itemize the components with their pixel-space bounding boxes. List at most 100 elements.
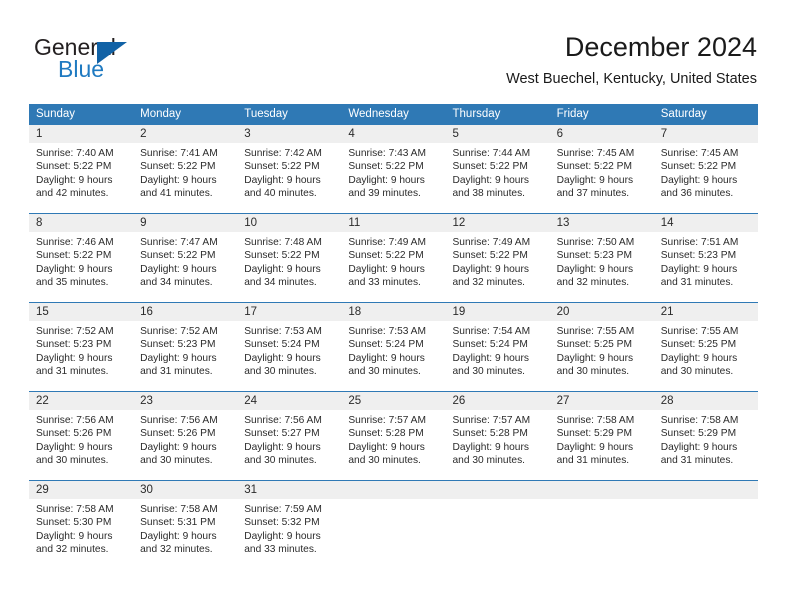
calendar-day-cell[interactable]: 15 Sunrise: 7:52 AM Sunset: 5:23 PM Dayligh… — [29, 303, 134, 391]
day-number: 24 — [244, 395, 258, 407]
day-number: 14 — [660, 217, 674, 229]
weekday-header-friday: Friday — [556, 108, 589, 120]
calendar-day-cell[interactable]: 19 Sunrise: 7:54 AM Sunset: 5:24 PM Dayligh… — [445, 303, 550, 391]
calendar-day-cell[interactable]: 27 Sunrise: 7:58 AM Sunset: 5:29 PM Dayligh… — [549, 392, 654, 480]
daylight-duration-line2: and 38 minutes. — [452, 188, 526, 200]
daylight-duration-line2: and 35 minutes. — [36, 277, 109, 289]
day-number-band: 10 — [237, 214, 342, 232]
calendar-week-row: 15 Sunrise: 7:52 AM Sunset: 5:23 PM Dayligh… — [29, 302, 758, 391]
daylight-duration-line2: and 31 minutes. — [140, 366, 213, 378]
calendar-day-cell[interactable]: 23 Sunrise: 7:56 AM Sunset: 5:26 PM Dayligh… — [133, 392, 238, 480]
calendar-day-cell[interactable]: 11 Sunrise: 7:49 AM Sunset: 5:22 PM Dayligh… — [341, 214, 446, 302]
sunrise-time: Sunrise: 7:44 AM — [452, 148, 531, 159]
sunset-time: Sunset: 5:22 PM — [348, 161, 424, 173]
daylight-duration-line2: and 34 minutes. — [140, 277, 213, 289]
page-title: December 2024 — [564, 32, 757, 62]
calendar-grid: Sunday Monday Tuesday Wednesday Thursday… — [29, 104, 758, 569]
daylight-duration-line1: Daylight: 9 hours — [36, 263, 113, 275]
sunrise-time: Sunrise: 7:57 AM — [452, 415, 531, 426]
day-number-band: 20 — [549, 303, 654, 321]
daylight-duration-line2: and 41 minutes. — [140, 188, 213, 200]
day-number: 13 — [556, 217, 570, 229]
day-number-band — [653, 481, 758, 499]
daylight-duration-line2: and 30 minutes. — [348, 366, 421, 378]
daylight-duration-line2: and 42 minutes. — [36, 188, 109, 200]
calendar-day-cell[interactable]: 20 Sunrise: 7:55 AM Sunset: 5:25 PM Dayligh… — [549, 303, 654, 391]
calendar-day-cell[interactable]: 31 Sunrise: 7:59 AM Sunset: 5:32 PM Dayligh… — [237, 481, 342, 569]
sunrise-time: Sunrise: 7:42 AM — [244, 148, 322, 159]
daylight-duration-line1: Daylight: 9 hours — [140, 441, 217, 453]
day-detail-lines: Sunrise: 7:58 AM Sunset: 5:30 PM Daylight:… — [29, 499, 133, 557]
sunrise-time: Sunrise: 7:54 AM — [452, 326, 531, 337]
day-detail-lines: Sunrise: 7:55 AM Sunset: 5:25 PM Daylight:… — [654, 321, 758, 379]
daylight-duration-line2: and 30 minutes. — [348, 455, 421, 467]
day-number: 15 — [36, 306, 49, 318]
calendar-day-cell[interactable]: 24 Sunrise: 7:56 AM Sunset: 5:27 PM Dayligh… — [237, 392, 342, 480]
daylight-duration-line2: and 39 minutes. — [348, 188, 421, 200]
sunset-time: Sunset: 5:24 PM — [244, 339, 320, 351]
sunrise-time: Sunrise: 7:55 AM — [660, 326, 739, 337]
calendar-day-cell[interactable]: 6 Sunrise: 7:45 AM Sunset: 5:22 PM Daylight… — [549, 125, 654, 213]
sunset-time: Sunset: 5:28 PM — [452, 428, 528, 440]
weekday-header-sunday: Sunday — [36, 108, 76, 120]
sunset-time: Sunset: 5:22 PM — [556, 161, 632, 173]
calendar-day-cell[interactable]: 4 Sunrise: 7:43 AM Sunset: 5:22 PM Daylight… — [341, 125, 446, 213]
daylight-duration-line2: and 31 minutes. — [660, 277, 734, 289]
day-number-band: 18 — [341, 303, 446, 321]
day-number-band: 12 — [445, 214, 550, 232]
calendar-day-cell[interactable]: 3 Sunrise: 7:42 AM Sunset: 5:22 PM Daylight… — [237, 125, 342, 213]
day-number: 23 — [140, 395, 153, 407]
calendar-day-cell[interactable]: 18 Sunrise: 7:53 AM Sunset: 5:24 PM Dayligh… — [341, 303, 446, 391]
calendar-day-cell[interactable]: 21 Sunrise: 7:55 AM Sunset: 5:25 PM Dayligh… — [653, 303, 758, 391]
day-number: 9 — [140, 217, 147, 229]
day-number: 18 — [348, 306, 362, 318]
sunset-time: Sunset: 5:22 PM — [140, 161, 216, 173]
day-number: 28 — [660, 395, 674, 407]
sunrise-time: Sunrise: 7:53 AM — [244, 326, 322, 337]
calendar-day-cell[interactable]: 13 Sunrise: 7:50 AM Sunset: 5:23 PM Dayligh… — [549, 214, 654, 302]
calendar-day-cell[interactable]: 30 Sunrise: 7:58 AM Sunset: 5:31 PM Dayligh… — [133, 481, 238, 569]
day-detail-lines: Sunrise: 7:56 AM Sunset: 5:26 PM Daylight:… — [133, 410, 237, 468]
day-detail-lines: Sunrise: 7:55 AM Sunset: 5:25 PM Daylight:… — [550, 321, 654, 379]
calendar-day-cell[interactable]: 22 Sunrise: 7:56 AM Sunset: 5:26 PM Dayligh… — [29, 392, 134, 480]
calendar-day-cell-empty — [549, 481, 654, 569]
calendar-day-cell[interactable]: 7 Sunrise: 7:45 AM Sunset: 5:22 PM Daylight… — [653, 125, 758, 213]
calendar-day-cell[interactable]: 9 Sunrise: 7:47 AM Sunset: 5:22 PM Daylight… — [133, 214, 238, 302]
calendar-day-cell[interactable]: 16 Sunrise: 7:52 AM Sunset: 5:23 PM Dayligh… — [133, 303, 238, 391]
daylight-duration-line1: Daylight: 9 hours — [244, 530, 321, 542]
calendar-day-cell[interactable]: 8 Sunrise: 7:46 AM Sunset: 5:22 PM Daylight… — [29, 214, 134, 302]
day-detail-lines: Sunrise: 7:52 AM Sunset: 5:23 PM Daylight:… — [133, 321, 237, 379]
daylight-duration-line1: Daylight: 9 hours — [452, 352, 529, 364]
calendar-day-cell[interactable]: 26 Sunrise: 7:57 AM Sunset: 5:28 PM Dayligh… — [445, 392, 550, 480]
calendar-day-cell[interactable]: 1 Sunrise: 7:40 AM Sunset: 5:22 PM Daylight… — [29, 125, 134, 213]
calendar-day-cell[interactable]: 29 Sunrise: 7:58 AM Sunset: 5:30 PM Dayligh… — [29, 481, 134, 569]
sunset-time: Sunset: 5:29 PM — [556, 428, 632, 440]
daylight-duration-line2: and 37 minutes. — [556, 188, 630, 200]
day-number: 29 — [36, 484, 49, 496]
calendar-day-cell[interactable]: 2 Sunrise: 7:41 AM Sunset: 5:22 PM Daylight… — [133, 125, 238, 213]
page-subtitle: West Buechel, Kentucky, United States — [506, 71, 757, 87]
calendar-day-cell[interactable]: 25 Sunrise: 7:57 AM Sunset: 5:28 PM Dayligh… — [341, 392, 446, 480]
calendar-day-cell[interactable]: 10 Sunrise: 7:48 AM Sunset: 5:22 PM Dayligh… — [237, 214, 342, 302]
sunset-time: Sunset: 5:22 PM — [452, 250, 528, 262]
day-number-band: 26 — [445, 392, 550, 410]
calendar-day-cell[interactable]: 17 Sunrise: 7:53 AM Sunset: 5:24 PM Dayligh… — [237, 303, 342, 391]
calendar-day-cell[interactable]: 12 Sunrise: 7:49 AM Sunset: 5:22 PM Dayligh… — [445, 214, 550, 302]
day-detail-lines: Sunrise: 7:58 AM Sunset: 5:29 PM Daylight:… — [550, 410, 654, 468]
day-detail-lines: Sunrise: 7:41 AM Sunset: 5:22 PM Daylight:… — [133, 143, 237, 201]
day-detail-lines: Sunrise: 7:49 AM Sunset: 5:22 PM Daylight:… — [341, 232, 445, 290]
day-number-band: 2 — [133, 125, 238, 143]
daylight-duration-line2: and 30 minutes. — [452, 455, 526, 467]
calendar-day-cell[interactable]: 28 Sunrise: 7:58 AM Sunset: 5:29 PM Dayligh… — [653, 392, 758, 480]
day-number-band: 21 — [653, 303, 758, 321]
page-header: General Blue December 2024 West Buechel,… — [0, 0, 792, 100]
calendar-week-row: 22 Sunrise: 7:56 AM Sunset: 5:26 PM Dayligh… — [29, 391, 758, 480]
day-number: 11 — [348, 217, 361, 229]
calendar-day-cell[interactable]: 14 Sunrise: 7:51 AM Sunset: 5:23 PM Dayligh… — [653, 214, 758, 302]
calendar-day-cell[interactable]: 5 Sunrise: 7:44 AM Sunset: 5:22 PM Daylight… — [445, 125, 550, 213]
weekday-header-row: Sunday Monday Tuesday Wednesday Thursday… — [29, 104, 758, 125]
weeks-container: 1 Sunrise: 7:40 AM Sunset: 5:22 PM Daylight… — [29, 125, 758, 569]
day-number-band: 31 — [237, 481, 342, 499]
day-number: 8 — [36, 217, 43, 229]
daylight-duration-line1: Daylight: 9 hours — [244, 174, 321, 186]
